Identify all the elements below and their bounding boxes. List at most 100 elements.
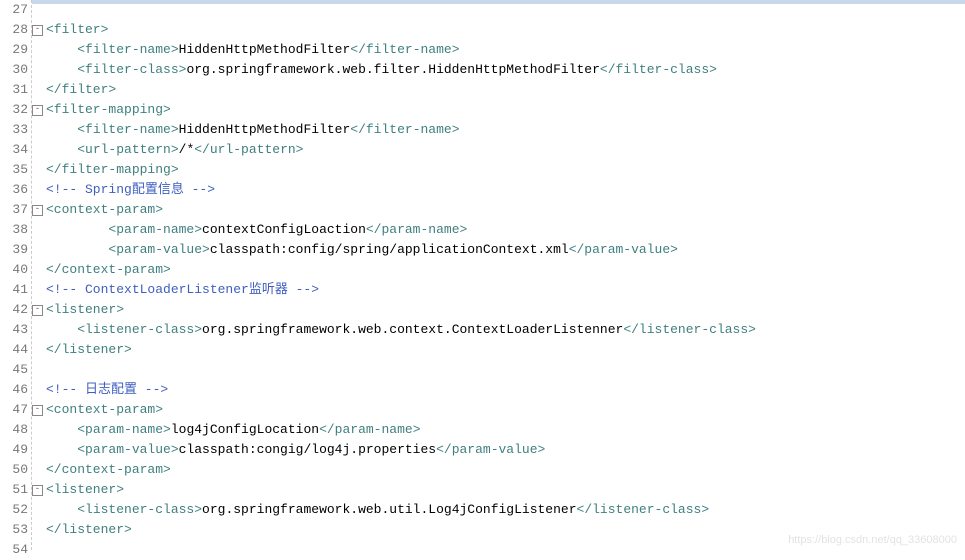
- fold-marker: [32, 260, 44, 280]
- xml-tag: </param-name>: [366, 222, 467, 237]
- code-line[interactable]: <param-value>classpath:congig/log4j.prop…: [46, 440, 965, 460]
- xml-tag: <filter-class>: [77, 62, 186, 77]
- xml-comment: <!-- 日志配置 -->: [46, 382, 168, 397]
- code-line[interactable]: <listener>: [46, 300, 965, 320]
- xml-tag: <listener>: [46, 302, 124, 317]
- code-line[interactable]: </context-param>: [46, 460, 965, 480]
- line-number: 51: [2, 480, 28, 500]
- fold-marker: [32, 280, 44, 300]
- code-line[interactable]: <url-pattern>/*</url-pattern>: [46, 140, 965, 160]
- fold-marker: [32, 220, 44, 240]
- code-line[interactable]: <filter-mapping>: [46, 100, 965, 120]
- line-number: 31: [2, 80, 28, 100]
- fold-marker: [32, 500, 44, 520]
- line-number: 54: [2, 540, 28, 560]
- code-line[interactable]: <filter>: [46, 20, 965, 40]
- code-line[interactable]: <context-param>: [46, 400, 965, 420]
- fold-marker[interactable]: -: [32, 200, 44, 220]
- xml-tag: <filter-mapping>: [46, 102, 171, 117]
- line-number: 53: [2, 520, 28, 540]
- line-number: 47: [2, 400, 28, 420]
- code-line[interactable]: [46, 360, 965, 380]
- code-line[interactable]: <param-name>log4jConfigLocation</param-n…: [46, 420, 965, 440]
- fold-marker: [32, 540, 44, 560]
- xml-text: org.springframework.web.filter.HiddenHtt…: [186, 62, 599, 77]
- fold-marker[interactable]: -: [32, 100, 44, 120]
- xml-tag: </url-pattern>: [194, 142, 303, 157]
- xml-text: [46, 142, 77, 157]
- xml-text: log4jConfigLocation: [171, 422, 319, 437]
- xml-text: [46, 422, 77, 437]
- xml-tag: <param-value>: [108, 242, 209, 257]
- line-number: 41: [2, 280, 28, 300]
- code-line[interactable]: <listener-class>org.springframework.web.…: [46, 500, 965, 520]
- xml-tag: </param-value>: [569, 242, 678, 257]
- fold-marker: [32, 240, 44, 260]
- xml-text: [46, 242, 108, 257]
- fold-marker: [32, 40, 44, 60]
- fold-marker[interactable]: -: [32, 400, 44, 420]
- fold-marker: [32, 140, 44, 160]
- xml-tag: </listener-class>: [577, 502, 710, 517]
- xml-tag: <filter-name>: [77, 42, 178, 57]
- fold-marker[interactable]: -: [32, 300, 44, 320]
- code-line[interactable]: <filter-class>org.springframework.web.fi…: [46, 60, 965, 80]
- code-line[interactable]: <listener>: [46, 480, 965, 500]
- line-number: 52: [2, 500, 28, 520]
- code-line[interactable]: </listener>: [46, 340, 965, 360]
- xml-tag: </listener-class>: [623, 322, 756, 337]
- fold-marker[interactable]: -: [32, 20, 44, 40]
- xml-text: [46, 502, 77, 517]
- xml-tag: </param-value>: [436, 442, 545, 457]
- code-line[interactable]: <!-- Spring配置信息 -->: [46, 180, 965, 200]
- xml-tag: <listener-class>: [77, 502, 202, 517]
- code-line[interactable]: <param-value>classpath:config/spring/app…: [46, 240, 965, 260]
- xml-tag: </filter-name>: [350, 42, 459, 57]
- code-line[interactable]: <context-param>: [46, 200, 965, 220]
- watermark: https://blog.csdn.net/qq_33608000: [788, 534, 957, 546]
- selection-bar: [0, 0, 965, 4]
- line-number: 37: [2, 200, 28, 220]
- fold-marker[interactable]: -: [32, 480, 44, 500]
- xml-tag: <listener-class>: [77, 322, 202, 337]
- line-number: 49: [2, 440, 28, 460]
- code-line[interactable]: <filter-name>HiddenHttpMethodFilter</fil…: [46, 120, 965, 140]
- fold-column: - - - - - -: [32, 0, 44, 550]
- code-line[interactable]: <!-- 日志配置 -->: [46, 380, 965, 400]
- fold-marker: [32, 80, 44, 100]
- fold-marker: [32, 60, 44, 80]
- code-line[interactable]: </context-param>: [46, 260, 965, 280]
- xml-text: [46, 442, 77, 457]
- line-number: 45: [2, 360, 28, 380]
- code-line[interactable]: </filter>: [46, 80, 965, 100]
- xml-comment: <!-- Spring配置信息 -->: [46, 182, 215, 197]
- fold-marker: [32, 180, 44, 200]
- xml-tag: <param-value>: [77, 442, 178, 457]
- xml-text: org.springframework.web.context.ContextL…: [202, 322, 623, 337]
- xml-tag: </param-name>: [319, 422, 420, 437]
- xml-text: [46, 122, 77, 137]
- code-line[interactable]: <!-- ContextLoaderListener监听器 -->: [46, 280, 965, 300]
- fold-marker: [32, 460, 44, 480]
- code-line[interactable]: <filter-name>HiddenHttpMethodFilter</fil…: [46, 40, 965, 60]
- line-number: 42: [2, 300, 28, 320]
- xml-text: HiddenHttpMethodFilter: [179, 122, 351, 137]
- code-area[interactable]: <filter> <filter-name>HiddenHttpMethodFi…: [44, 0, 965, 550]
- line-number: 39: [2, 240, 28, 260]
- xml-text: [46, 62, 77, 77]
- code-line[interactable]: </filter-mapping>: [46, 160, 965, 180]
- fold-marker: [32, 440, 44, 460]
- line-number: 28: [2, 20, 28, 40]
- line-number: 48: [2, 420, 28, 440]
- line-number: 33: [2, 120, 28, 140]
- xml-tag: <filter-name>: [77, 122, 178, 137]
- line-number: 30: [2, 60, 28, 80]
- code-editor[interactable]: 2728293031323334353637383940414243444546…: [0, 0, 965, 550]
- xml-tag: <param-name>: [77, 422, 171, 437]
- xml-tag: <url-pattern>: [77, 142, 178, 157]
- line-number: 43: [2, 320, 28, 340]
- line-number-gutter: 2728293031323334353637383940414243444546…: [0, 0, 32, 550]
- code-line[interactable]: <param-name>contextConfigLoaction</param…: [46, 220, 965, 240]
- code-line[interactable]: <listener-class>org.springframework.web.…: [46, 320, 965, 340]
- line-number: 35: [2, 160, 28, 180]
